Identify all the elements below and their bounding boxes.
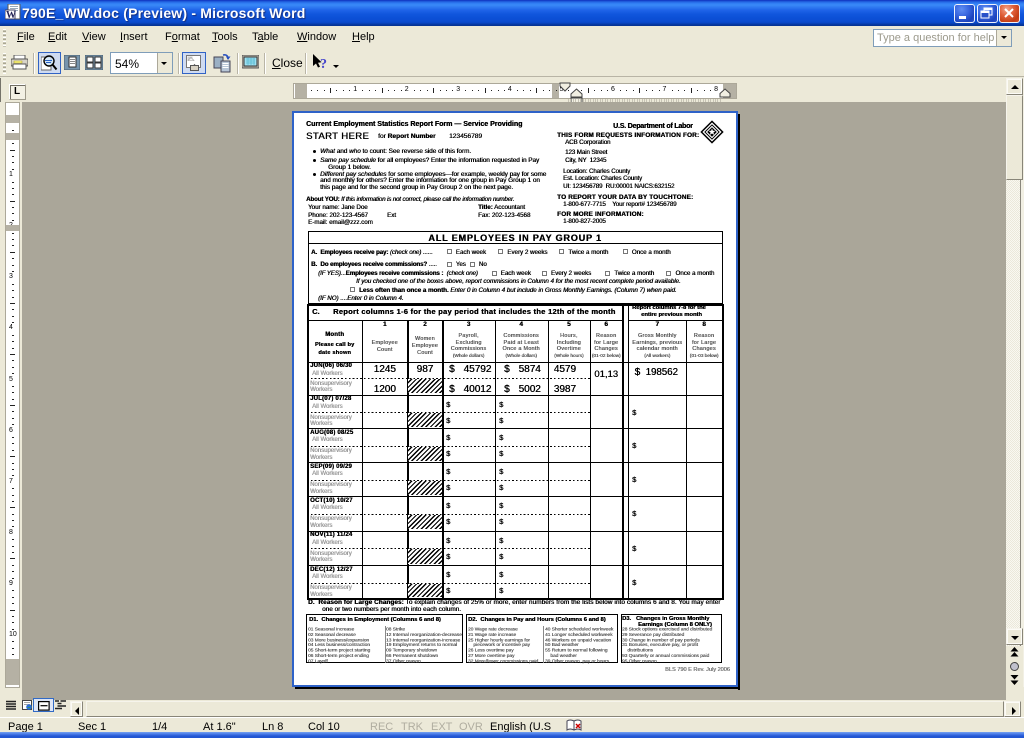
svg-text:?: ?: [320, 57, 327, 72]
svg-text:W: W: [6, 10, 16, 20]
